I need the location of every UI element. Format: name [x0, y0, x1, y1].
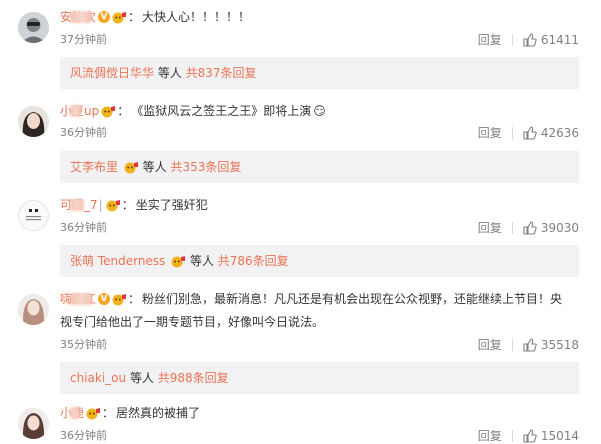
- avatar[interactable]: [18, 200, 49, 231]
- comment-text-line2: 视专门给他出了一期专题节目，好像叫今日说法。: [60, 315, 325, 329]
- comment-time: 37分钟前: [60, 33, 107, 46]
- sub-reply-user[interactable]: 艾李布里: [70, 160, 118, 174]
- reply-button[interactable]: 回复: [478, 428, 502, 444]
- thumbs-up-icon[interactable]: [523, 221, 537, 235]
- sub-reply-total[interactable]: 共786条回复: [218, 254, 289, 268]
- avatar[interactable]: [18, 12, 49, 43]
- comment-text: 粉丝们别急，最新消息！凡凡还是有机会出现在公众视野，还能继续上节目！央: [142, 292, 563, 306]
- username[interactable]: 安静次: [60, 8, 96, 26]
- comment-time: 36分钟前: [60, 429, 107, 442]
- like-count: 42636: [540, 126, 579, 140]
- like-count: 39030: [540, 221, 579, 235]
- sub-replies-box[interactable]: chiaki_ou 等人 共988条回复: [60, 362, 579, 394]
- comment-time: 36分钟前: [60, 221, 107, 234]
- sub-replies-box[interactable]: 风流倜傥日华华 等人 共837条回复: [60, 57, 579, 89]
- v-badge-icon: V: [98, 11, 111, 23]
- comment-text: 大快人心！！！！！: [142, 10, 251, 24]
- like-count: 15014: [540, 429, 579, 443]
- v-badge-icon: V: [98, 293, 111, 305]
- fan-badge-icon: [124, 162, 138, 174]
- sub-reply-total[interactable]: 共837条回复: [186, 66, 257, 80]
- like-count: 61411: [540, 33, 579, 47]
- fan-badge-icon: [86, 407, 101, 419]
- sub-reply-total[interactable]: 共353条回复: [170, 160, 241, 174]
- fan-badge-icon: [112, 293, 127, 305]
- sub-reply-user[interactable]: 张萌 Tenderness: [70, 254, 165, 268]
- thumbs-up-icon[interactable]: [523, 33, 537, 47]
- username[interactable]: 小鹿: [60, 404, 84, 422]
- reply-button[interactable]: 回复: [478, 337, 502, 353]
- username[interactable]: 嗨江江: [60, 290, 96, 308]
- comment-text: 《监狱风云之签王之王》即将上演: [131, 104, 312, 118]
- comment-time: 35分钟前: [60, 338, 107, 351]
- sub-reply-user[interactable]: chiaki_ou: [70, 371, 126, 385]
- like-count: 35518: [540, 338, 579, 352]
- comment-text: 居然真的被捕了: [116, 406, 201, 420]
- sub-reply-total[interactable]: 共988条回复: [158, 371, 229, 385]
- fan-badge-icon: [106, 199, 120, 211]
- reply-button[interactable]: 回复: [478, 125, 502, 141]
- sub-replies-box[interactable]: 艾李布里 等人 共353条回复: [60, 151, 579, 183]
- sub-replies-box[interactable]: 张萌 Tenderness 等人 共786条回复: [60, 245, 579, 277]
- thumbs-up-icon[interactable]: [523, 126, 537, 140]
- fan-badge-icon: [112, 11, 127, 23]
- thumbs-up-icon[interactable]: [523, 429, 537, 443]
- comment-text: 坐实了强奸犯: [135, 198, 208, 212]
- username[interactable]: 小豆up: [60, 102, 99, 120]
- reply-button[interactable]: 回复: [478, 220, 502, 236]
- comment-time: 36分钟前: [60, 126, 107, 139]
- thumbs-up-icon[interactable]: [523, 338, 537, 352]
- smirk-emoji-icon: 😏: [313, 104, 326, 118]
- avatar[interactable]: [18, 408, 49, 439]
- reply-button[interactable]: 回复: [478, 32, 502, 48]
- avatar[interactable]: [18, 106, 49, 137]
- fan-badge-icon: [171, 256, 186, 268]
- fan-badge-icon: [101, 105, 116, 117]
- username[interactable]: 可爱_7: [60, 196, 98, 214]
- avatar[interactable]: [18, 294, 49, 325]
- sub-reply-user[interactable]: 风流倜傥日华华: [70, 66, 154, 80]
